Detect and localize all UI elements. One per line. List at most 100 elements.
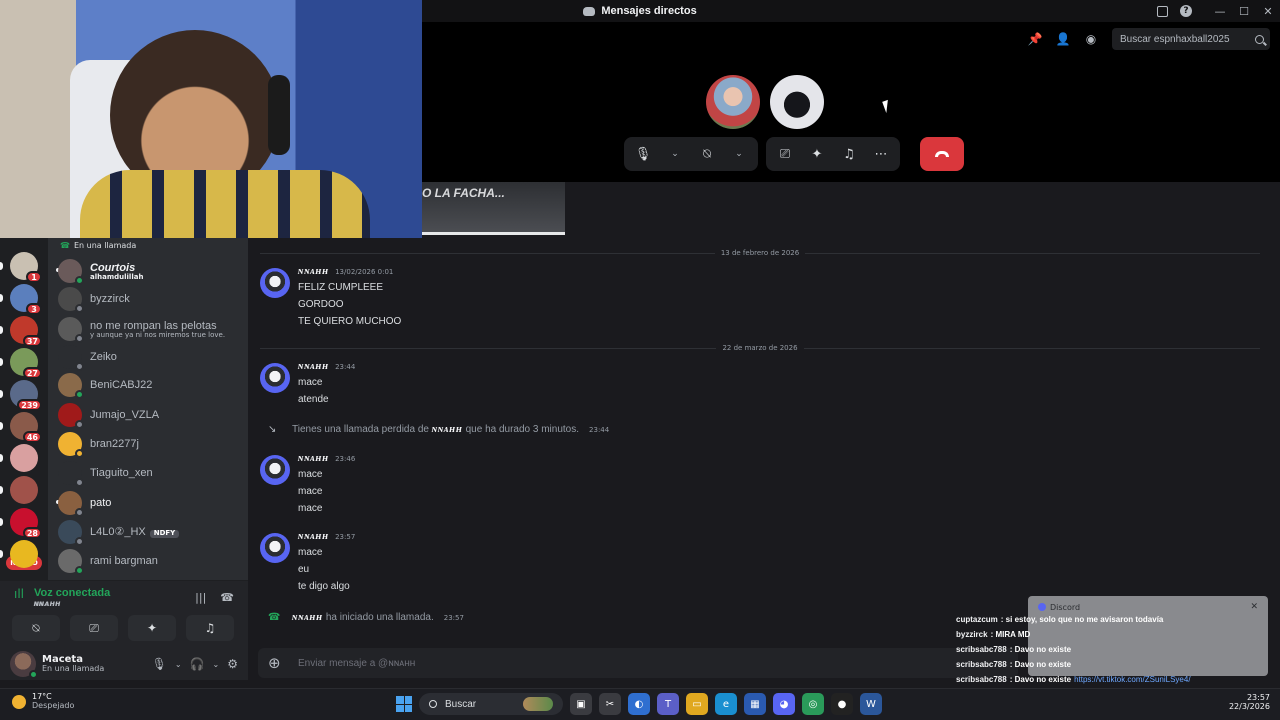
start-icon[interactable] bbox=[396, 696, 412, 712]
system-clock[interactable]: 23:57 22/3/2026 bbox=[1229, 693, 1270, 711]
dm-item[interactable]: rami bargman bbox=[58, 548, 244, 575]
soundboard-icon[interactable]: ♫ bbox=[834, 139, 864, 169]
disconnect-icon[interactable]: ☎ bbox=[220, 591, 234, 604]
obs-icon[interactable]: ● bbox=[831, 693, 853, 715]
dm-item[interactable]: Courtois alhamdulillah bbox=[56, 258, 244, 285]
microphone-icon[interactable]: 🎙 bbox=[628, 139, 658, 169]
dm-item[interactable]: Tiaguito_xen bbox=[58, 460, 244, 487]
copilot-icon[interactable]: ◐ bbox=[628, 693, 650, 715]
teams-icon[interactable]: T bbox=[657, 693, 679, 715]
user-info[interactable]: Maceta En una llamada bbox=[42, 654, 104, 674]
dm-item[interactable]: no me rompan las pelotas y aunque ya ni n… bbox=[58, 316, 244, 343]
dm-item[interactable]: bran2277j bbox=[58, 431, 244, 458]
taskbar-search[interactable]: Buscar bbox=[419, 693, 563, 715]
author-name[interactable]: ɴɴᴀʜʜ bbox=[298, 453, 329, 464]
discord-icon[interactable]: ◕ bbox=[773, 693, 795, 715]
inbox-icon[interactable] bbox=[1150, 0, 1174, 22]
noise-suppression-icon[interactable]: ||| bbox=[195, 591, 206, 604]
participant-avatar[interactable] bbox=[770, 75, 824, 129]
file-explorer-icon[interactable]: ▭ bbox=[686, 693, 708, 715]
server-icon[interactable]: 239 bbox=[0, 380, 42, 411]
author-avatar[interactable] bbox=[260, 455, 290, 485]
mouse-cursor bbox=[882, 98, 895, 114]
message-input[interactable] bbox=[298, 657, 698, 669]
dm-item[interactable]: BeniCABJ22 bbox=[58, 372, 244, 399]
video-tile[interactable]: O LA FACHA... bbox=[422, 182, 565, 235]
search-input[interactable]: Buscar espnhaxball2025 bbox=[1112, 28, 1270, 50]
dm-item[interactable]: L4L0②_HX NDFY bbox=[58, 519, 244, 546]
chrome-icon[interactable]: ◎ bbox=[802, 693, 824, 715]
maximize-button[interactable]: ☐ bbox=[1232, 0, 1256, 22]
notification-title: Discord bbox=[1050, 602, 1081, 612]
dm-item[interactable]: byzzirck bbox=[58, 286, 244, 313]
server-icon[interactable]: 28 bbox=[0, 508, 42, 539]
edge-icon[interactable]: e bbox=[715, 693, 737, 715]
chevron-down-icon[interactable]: ⌄ bbox=[175, 660, 182, 669]
gear-icon[interactable]: ⚙ bbox=[227, 657, 238, 671]
disconnect-button[interactable] bbox=[920, 137, 964, 171]
server-icon[interactable]: 1 bbox=[0, 252, 42, 283]
server-icon[interactable] bbox=[0, 444, 38, 472]
server-icon[interactable]: 27 bbox=[0, 348, 42, 379]
dm-item[interactable]: Zeiko bbox=[58, 344, 244, 371]
activities-icon[interactable]: ✦ bbox=[802, 139, 832, 169]
author-name[interactable]: ɴɴᴀʜʜ bbox=[298, 531, 329, 542]
taskbar-apps: Buscar ▣ ✂ ◐ T ▭ e ▦ ◕ ◎ ● W bbox=[396, 693, 882, 715]
chevron-down-icon[interactable]: ⌄ bbox=[724, 139, 754, 169]
dm-name: Zeiko bbox=[90, 351, 117, 364]
server-icon[interactable]: 37 bbox=[0, 316, 42, 347]
microphone-icon[interactable]: 🎙 bbox=[152, 657, 167, 671]
chevron-down-icon[interactable]: ⌄ bbox=[213, 660, 220, 669]
clock-time: 23:57 bbox=[1246, 693, 1270, 702]
date-divider: 13 de febrero de 2026 bbox=[260, 246, 1260, 260]
dm-item[interactable]: Jumajo_VZLA bbox=[58, 402, 244, 429]
soundboard-button[interactable]: ♫ bbox=[186, 615, 234, 641]
close-icon[interactable]: ✕ bbox=[1250, 602, 1258, 612]
author-avatar[interactable] bbox=[260, 363, 290, 393]
word-icon[interactable]: W bbox=[860, 693, 882, 715]
weather-widget[interactable]: 17°C Despejado bbox=[12, 692, 74, 711]
task-view-icon[interactable]: ▣ bbox=[570, 693, 592, 715]
server-icon[interactable] bbox=[0, 540, 38, 568]
store-icon[interactable]: ▦ bbox=[744, 693, 766, 715]
chevron-down-icon[interactable]: ⌄ bbox=[660, 139, 690, 169]
message-text: mace bbox=[298, 377, 323, 388]
dm-item[interactable]: pato bbox=[56, 490, 244, 517]
add-friend-icon[interactable]: 👤 bbox=[1056, 32, 1071, 46]
author-avatar[interactable] bbox=[260, 268, 290, 298]
server-icon[interactable]: 3 bbox=[0, 284, 42, 315]
help-icon[interactable]: ? bbox=[1174, 0, 1198, 22]
voice-status-title[interactable]: Voz conectada bbox=[34, 587, 110, 599]
widgets-icon[interactable]: ✂ bbox=[599, 693, 621, 715]
server-icon[interactable] bbox=[0, 476, 38, 504]
search-icon bbox=[1255, 34, 1264, 44]
discord-icon bbox=[583, 6, 596, 16]
add-attachment-icon[interactable]: ⊕ bbox=[268, 654, 288, 672]
unread-indicator bbox=[0, 454, 3, 462]
voice-channel-name: ɴɴᴀʜʜ bbox=[34, 599, 61, 608]
author-name[interactable]: ɴɴᴀʜʜ bbox=[298, 361, 329, 372]
camera-toggle-button[interactable]: ⍉ bbox=[12, 615, 60, 641]
user-status: En una llamada bbox=[42, 664, 105, 674]
user-controls: 🎙 ⌄ 🎧 ⌄ ⚙ bbox=[152, 657, 238, 671]
headset bbox=[268, 75, 290, 155]
pin-icon[interactable]: 📌 bbox=[1028, 32, 1043, 46]
headphones-icon[interactable]: 🎧 bbox=[190, 657, 205, 671]
close-window-button[interactable]: ✕ bbox=[1256, 0, 1280, 22]
author-avatar[interactable] bbox=[260, 533, 290, 563]
author-name[interactable]: ɴɴᴀʜʜ bbox=[298, 266, 329, 277]
screen-share-icon[interactable]: ⎚ bbox=[770, 139, 800, 169]
status-dot bbox=[75, 508, 84, 517]
avatar[interactable] bbox=[10, 651, 38, 679]
minimize-button[interactable]: — bbox=[1208, 0, 1232, 22]
chat-link[interactable]: https://vt.tiktok.com/ZSuniLSye4/ bbox=[1074, 675, 1191, 684]
server-icon[interactable]: 46 bbox=[0, 412, 42, 443]
screen-share-button[interactable]: ⎚ bbox=[70, 615, 118, 641]
camera-off-icon[interactable]: ⍉ bbox=[692, 139, 722, 169]
dm-custom-status: alhamdulillah bbox=[90, 273, 144, 282]
profile-icon[interactable]: ◉ bbox=[1084, 32, 1098, 46]
more-options-icon[interactable]: ⋯ bbox=[866, 139, 896, 169]
activities-button[interactable]: ✦ bbox=[128, 615, 176, 641]
participant-avatar[interactable] bbox=[706, 75, 760, 129]
avatar bbox=[58, 373, 84, 399]
